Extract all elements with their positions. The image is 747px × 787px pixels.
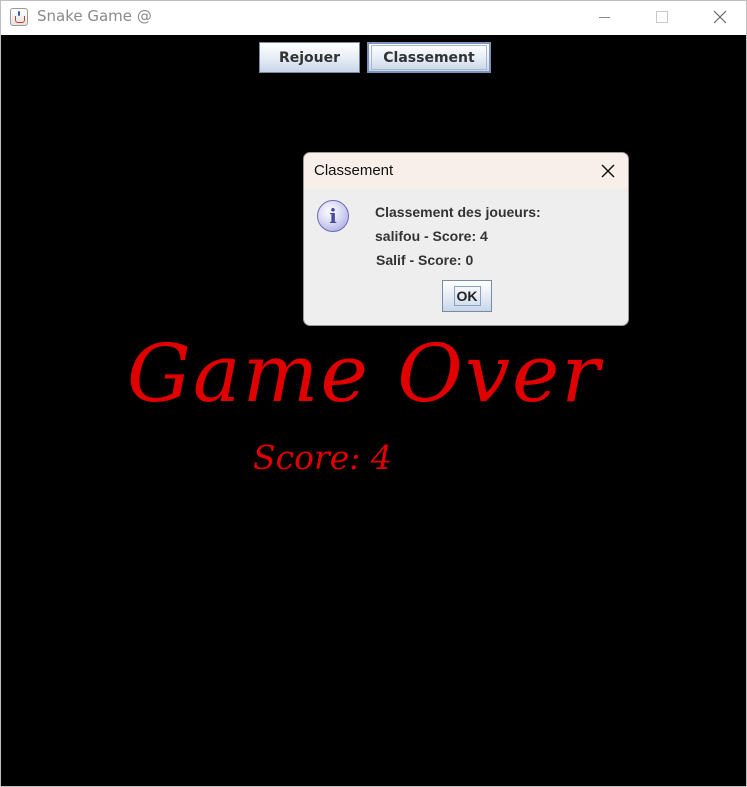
classement-dialog: Classement i Classement des joueurs: sal…: [303, 152, 629, 326]
dialog-close-button[interactable]: [596, 159, 620, 183]
info-icon: i: [317, 200, 349, 232]
classement-button[interactable]: Classement: [367, 42, 491, 73]
rejouer-button[interactable]: Rejouer: [259, 42, 360, 73]
leaderboard-entry: Salif - Score: 0: [376, 252, 474, 268]
window-title: Snake Game @: [37, 7, 152, 25]
ok-button-label: OK: [453, 286, 481, 306]
dialog-title: Classement: [314, 162, 394, 179]
maximize-icon: [656, 11, 668, 23]
minimize-button[interactable]: [581, 1, 627, 33]
game-canvas: Rejouer Classement Game Over Score: 4 Cl…: [1, 35, 746, 786]
dialog-title-bar[interactable]: Classement: [304, 153, 628, 189]
maximize-button[interactable]: [639, 1, 685, 33]
button-bar: Rejouer Classement: [1, 35, 746, 75]
ok-button[interactable]: OK: [442, 280, 492, 312]
close-icon: [601, 164, 615, 178]
java-app-icon: [10, 8, 28, 26]
minimize-icon: [598, 16, 610, 18]
close-window-button[interactable]: [697, 1, 743, 33]
leaderboard-entry: salifou - Score: 4: [375, 228, 488, 244]
app-window: Snake Game @ Rejouer Classement Game Ove…: [0, 0, 747, 787]
final-score-text: Score: 4: [253, 438, 392, 477]
game-over-text: Game Over: [127, 327, 602, 420]
title-bar[interactable]: Snake Game @: [1, 1, 746, 34]
classement-button-label: Classement: [371, 45, 487, 70]
spiral-at-icon: @: [136, 7, 152, 25]
leaderboard-heading: Classement des joueurs:: [375, 204, 541, 220]
close-icon: [713, 10, 727, 24]
